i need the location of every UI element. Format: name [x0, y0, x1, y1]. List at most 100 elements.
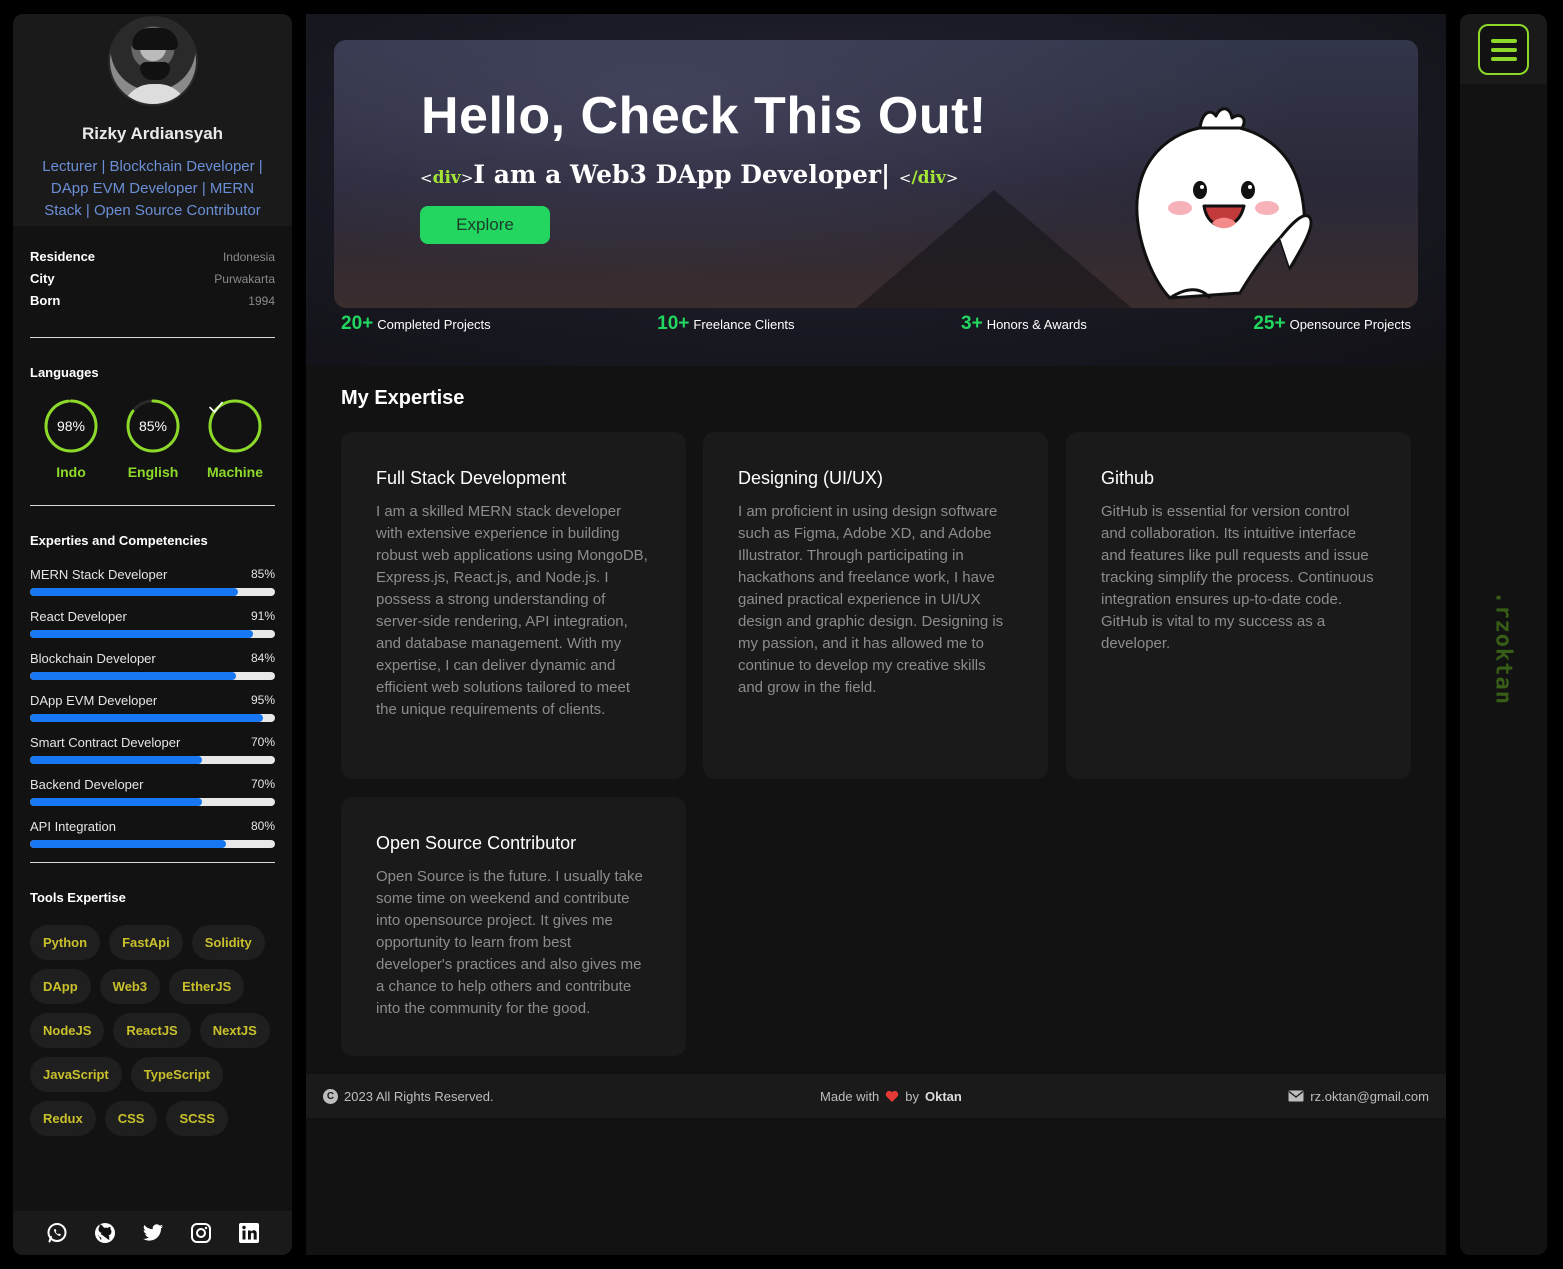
heart-icon [886, 1090, 899, 1102]
skill-bar-fill [30, 798, 202, 806]
expertise-card: Designing (UI/UX) I am proficient in usi… [703, 432, 1048, 779]
language-english: 85% English [125, 398, 181, 480]
tools-title: Tools Expertise [30, 890, 126, 905]
skill-percent: 84% [250, 651, 275, 665]
stat-item: 20+ Completed Projects [341, 313, 491, 335]
stat-label: Honors & Awards [986, 317, 1087, 332]
skill-item: Backend Developer 70% [30, 777, 275, 806]
expertise-card: Full Stack Development I am a skilled ME… [341, 432, 686, 779]
info-row-city: City Purwakarta [30, 268, 275, 290]
skill-name: DApp EVM Developer [30, 693, 158, 708]
tool-tag: SCSS [166, 1101, 228, 1136]
instagram-icon[interactable] [190, 1222, 212, 1244]
skill-bar [30, 798, 275, 806]
info-row-residence: Residence Indonesia [30, 246, 275, 268]
tool-tag: Web3 [99, 969, 161, 1004]
divider [30, 337, 275, 338]
info-value: 1994 [248, 294, 275, 308]
skill-item: API Integration 80% [30, 819, 275, 848]
skill-bar [30, 588, 275, 596]
skill-bar [30, 840, 275, 848]
skill-bar [30, 756, 275, 764]
stat-item: 10+ Freelance Clients [657, 313, 794, 335]
explore-button[interactable]: Explore [420, 206, 550, 244]
sidebar: Rizky Ardiansyah Lecturer | Blockchain D… [13, 14, 292, 1255]
stat-item: 3+ Honors & Awards [961, 313, 1087, 335]
skill-bar-fill [30, 672, 236, 680]
skill-bar [30, 630, 275, 638]
tool-tag: EtherJS [169, 969, 245, 1004]
made-with: Made with by Oktan [820, 1089, 962, 1104]
mail-icon [1288, 1090, 1304, 1102]
info-label: City [30, 271, 55, 286]
skill-bar-fill [30, 840, 226, 848]
languages-list: 98% Indo 85% English Machine [30, 398, 275, 480]
skill-name: React Developer [30, 609, 127, 624]
card-text: I am a skilled MERN stack developer with… [376, 503, 648, 718]
mascot-illustration [1135, 107, 1313, 300]
language-machine: Machine [207, 398, 263, 480]
skill-percent: 85% [250, 567, 275, 581]
language-percent: 85% [138, 418, 168, 434]
skill-percent: 70% [250, 735, 275, 749]
profile-card: Rizky Ardiansyah Lecturer | Blockchain D… [13, 14, 292, 226]
copyright-text: 2023 All Rights Reserved. [344, 1088, 494, 1104]
skill-name: API Integration [30, 819, 116, 834]
tool-tag: JavaScript [30, 1057, 122, 1092]
hero-section: Hello, Check This Out! <div>I am a Web3 … [306, 14, 1446, 366]
footer: C 2023 All Rights Reserved. Made with by… [306, 1074, 1446, 1118]
divider [30, 505, 275, 506]
tool-tag: NextJS [199, 1013, 270, 1048]
card-title: Open Source Contributor [376, 833, 577, 853]
stat-number: 25+ [1253, 313, 1286, 334]
skill-bar-fill [30, 756, 202, 764]
tool-tag: NodeJS [30, 1013, 105, 1048]
skills-list: MERN Stack Developer 85% React Developer 9… [30, 567, 275, 848]
skill-percent: 70% [250, 777, 275, 791]
tool-tag: TypeScript [130, 1057, 223, 1092]
skill-bar-fill [30, 630, 253, 638]
progress-ring: 98% [43, 398, 99, 454]
stat-label: Completed Projects [377, 317, 491, 332]
info-label: Residence [30, 249, 96, 264]
language-percent: 98% [56, 418, 86, 434]
progress-ring [207, 398, 263, 454]
tool-tag: Redux [30, 1101, 96, 1136]
copyright: C 2023 All Rights Reserved. [323, 1088, 494, 1104]
card-title: Full Stack Development [376, 468, 567, 488]
tool-tag: CSS [104, 1101, 158, 1136]
language-name: Machine [207, 464, 264, 480]
email-text[interactable]: rz.oktan@gmail.com [1310, 1089, 1429, 1104]
menu-button[interactable] [1478, 24, 1529, 75]
hero-typed-text: I am a Web3 DApp Developer| [473, 160, 891, 189]
competencies-title: Experties and Competencies [30, 533, 208, 548]
code-tag-open: <div> [420, 168, 474, 188]
whatsapp-icon[interactable] [46, 1222, 68, 1244]
info-value: Indonesia [222, 250, 275, 264]
expertise-card: Open Source Contributor Open Source is t… [341, 797, 686, 1056]
social-links [13, 1211, 292, 1255]
skill-item: MERN Stack Developer 85% [30, 567, 275, 596]
languages-title: Languages [30, 365, 99, 380]
author-name: Oktan [925, 1088, 962, 1104]
hamburger-icon [1490, 38, 1517, 61]
linkedin-icon[interactable] [238, 1222, 260, 1244]
skill-percent: 95% [250, 693, 275, 707]
copyright-icon: C [323, 1088, 338, 1104]
check-icon [207, 398, 263, 454]
stat-number: 20+ [341, 313, 374, 334]
skill-item: Blockchain Developer 84% [30, 651, 275, 680]
tool-tag: Solidity [191, 925, 265, 960]
skill-name: Smart Contract Developer [30, 735, 181, 750]
expertise-title: My Expertise [341, 387, 465, 409]
tools-list: Python FastApi Solidity DApp Web3 EtherJ… [30, 925, 280, 1136]
twitter-icon[interactable] [142, 1223, 164, 1243]
github-icon[interactable] [94, 1222, 116, 1244]
divider [30, 862, 275, 863]
progress-ring: 85% [125, 398, 181, 454]
footer-email[interactable]: rz.oktan@gmail.com [1288, 1089, 1429, 1104]
info-table: Residence Indonesia City Purwakarta Born… [30, 246, 275, 312]
skill-bar-fill [30, 588, 239, 596]
skill-bar [30, 714, 275, 722]
tool-tag: FastApi [109, 925, 183, 960]
